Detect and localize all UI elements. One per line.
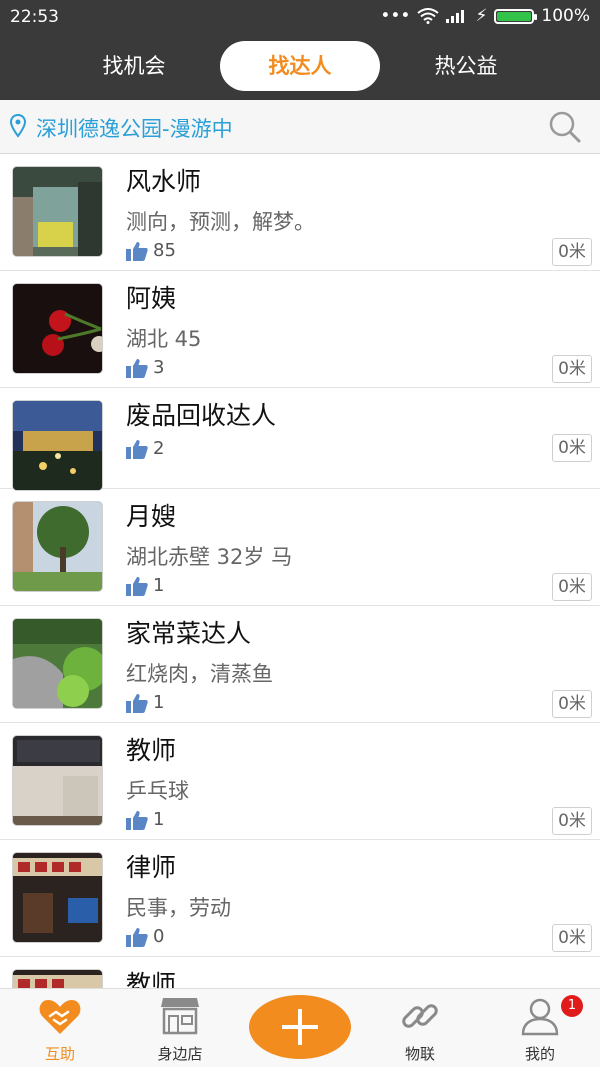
list-item[interactable]: 风水师 测向，预测，解梦。 85 0米 <box>0 154 600 271</box>
expert-list: 风水师 测向，预测，解梦。 85 0米 阿姨 湖北 45 3 0米 废品回收达人… <box>0 154 600 988</box>
item-likes[interactable]: 85 <box>126 240 176 261</box>
tab-label: 物联 <box>404 1045 435 1063</box>
user-icon <box>521 998 559 1036</box>
list-item[interactable]: 家常菜达人 红烧肉，清蒸鱼 1 0米 <box>0 606 600 723</box>
location-text[interactable]: 深圳德逸公园-漫游中 <box>36 113 233 143</box>
tab-label: 我的 <box>524 1045 555 1063</box>
item-description: 湖北 45 <box>126 327 202 351</box>
item-likes[interactable]: 1 <box>126 809 164 830</box>
top-tab-bar: 找机会 找达人 热公益 <box>0 34 600 100</box>
tab-iot[interactable]: 物联 <box>360 989 480 1068</box>
status-bar: 22:53 ••• ⚡ 100% <box>0 0 600 34</box>
distance-badge: 0米 <box>552 434 592 462</box>
distance-badge: 0米 <box>552 573 592 601</box>
item-title: 阿姨 <box>126 284 177 313</box>
thumbs-up-icon <box>126 439 148 459</box>
list-item[interactable]: 废品回收达人 2 0米 <box>0 388 600 491</box>
thumbs-up-icon <box>126 576 148 596</box>
item-thumbnail <box>12 501 103 592</box>
item-likes[interactable]: 3 <box>126 357 164 378</box>
likes-count: 1 <box>153 692 165 713</box>
item-thumbnail <box>12 735 103 826</box>
list-item[interactable]: 月嫂 湖北赤壁 32岁 马 1 0米 <box>0 489 600 606</box>
tab-label: 互助 <box>44 1045 75 1063</box>
item-thumbnail <box>12 618 103 709</box>
list-item[interactable]: 教师 <box>0 957 600 988</box>
likes-count: 1 <box>153 809 165 830</box>
tab-mutual-help[interactable]: 互助 <box>0 989 120 1068</box>
distance-badge: 0米 <box>552 807 592 835</box>
item-title: 风水师 <box>126 167 202 196</box>
item-description: 测向，预测，解梦。 <box>126 210 315 234</box>
distance-badge: 0米 <box>552 355 592 383</box>
link-icon <box>402 1004 438 1028</box>
battery-percent: 100% <box>541 6 590 26</box>
thumbs-up-icon <box>126 241 148 261</box>
likes-count: 2 <box>153 438 165 459</box>
item-title: 月嫂 <box>126 502 177 531</box>
tab-find-opportunity[interactable]: 找机会 <box>54 41 214 91</box>
thumbs-up-icon <box>126 810 148 830</box>
item-title: 废品回收达人 <box>126 401 277 430</box>
item-description: 乒乓球 <box>126 779 189 803</box>
item-thumbnail <box>12 283 103 374</box>
item-title: 教师 <box>126 736 177 765</box>
item-thumbnail <box>12 969 103 988</box>
charging-icon: ⚡ <box>475 6 488 26</box>
item-thumbnail <box>12 400 103 491</box>
distance-badge: 0米 <box>552 238 592 266</box>
list-item[interactable]: 阿姨 湖北 45 3 0米 <box>0 271 600 388</box>
list-item[interactable]: 教师 乒乓球 1 0米 <box>0 723 600 840</box>
distance-badge: 0米 <box>552 690 592 718</box>
location-bar[interactable]: 深圳德逸公园-漫游中 <box>0 100 600 154</box>
likes-count: 0 <box>153 926 165 947</box>
notification-badge: 1 <box>561 995 583 1017</box>
item-likes[interactable]: 1 <box>126 692 164 713</box>
tab-public-welfare[interactable]: 热公益 <box>386 41 546 91</box>
location-pin-icon <box>10 114 26 138</box>
item-title: 律师 <box>126 853 177 882</box>
item-likes[interactable]: 1 <box>126 575 164 596</box>
tab-find-expert[interactable]: 找达人 <box>220 41 380 91</box>
wifi-icon <box>417 8 440 24</box>
likes-count: 1 <box>153 575 165 596</box>
tab-nearby-shops[interactable]: 身边店 <box>120 989 240 1068</box>
store-icon <box>161 998 199 1035</box>
item-title: 教师 <box>126 970 177 988</box>
thumbs-up-icon <box>126 927 148 947</box>
battery-icon <box>494 8 538 24</box>
status-time: 22:53 <box>10 7 59 27</box>
item-likes[interactable]: 0 <box>126 926 164 947</box>
add-button[interactable] <box>249 995 351 1059</box>
distance-badge: 0米 <box>552 924 592 952</box>
more-dots-icon: ••• <box>380 6 411 26</box>
item-title: 家常菜达人 <box>126 619 252 648</box>
item-description: 湖北赤壁 32岁 马 <box>126 545 293 569</box>
status-icons: ••• ⚡ 100% <box>380 6 590 26</box>
item-thumbnail <box>12 166 103 257</box>
item-thumbnail <box>12 852 103 943</box>
likes-count: 3 <box>153 357 165 378</box>
signal-icon <box>446 10 465 23</box>
thumbs-up-icon <box>126 693 148 713</box>
thumbs-up-icon <box>126 358 148 378</box>
item-likes[interactable]: 2 <box>126 438 164 459</box>
handshake-heart-icon <box>39 1000 81 1034</box>
tab-label: 身边店 <box>157 1045 203 1063</box>
item-description: 民事，劳动 <box>126 896 231 920</box>
search-icon[interactable] <box>548 110 582 144</box>
likes-count: 85 <box>153 240 176 261</box>
item-description: 红烧肉，清蒸鱼 <box>126 662 273 686</box>
list-item[interactable]: 律师 民事，劳动 0 0米 <box>0 840 600 957</box>
